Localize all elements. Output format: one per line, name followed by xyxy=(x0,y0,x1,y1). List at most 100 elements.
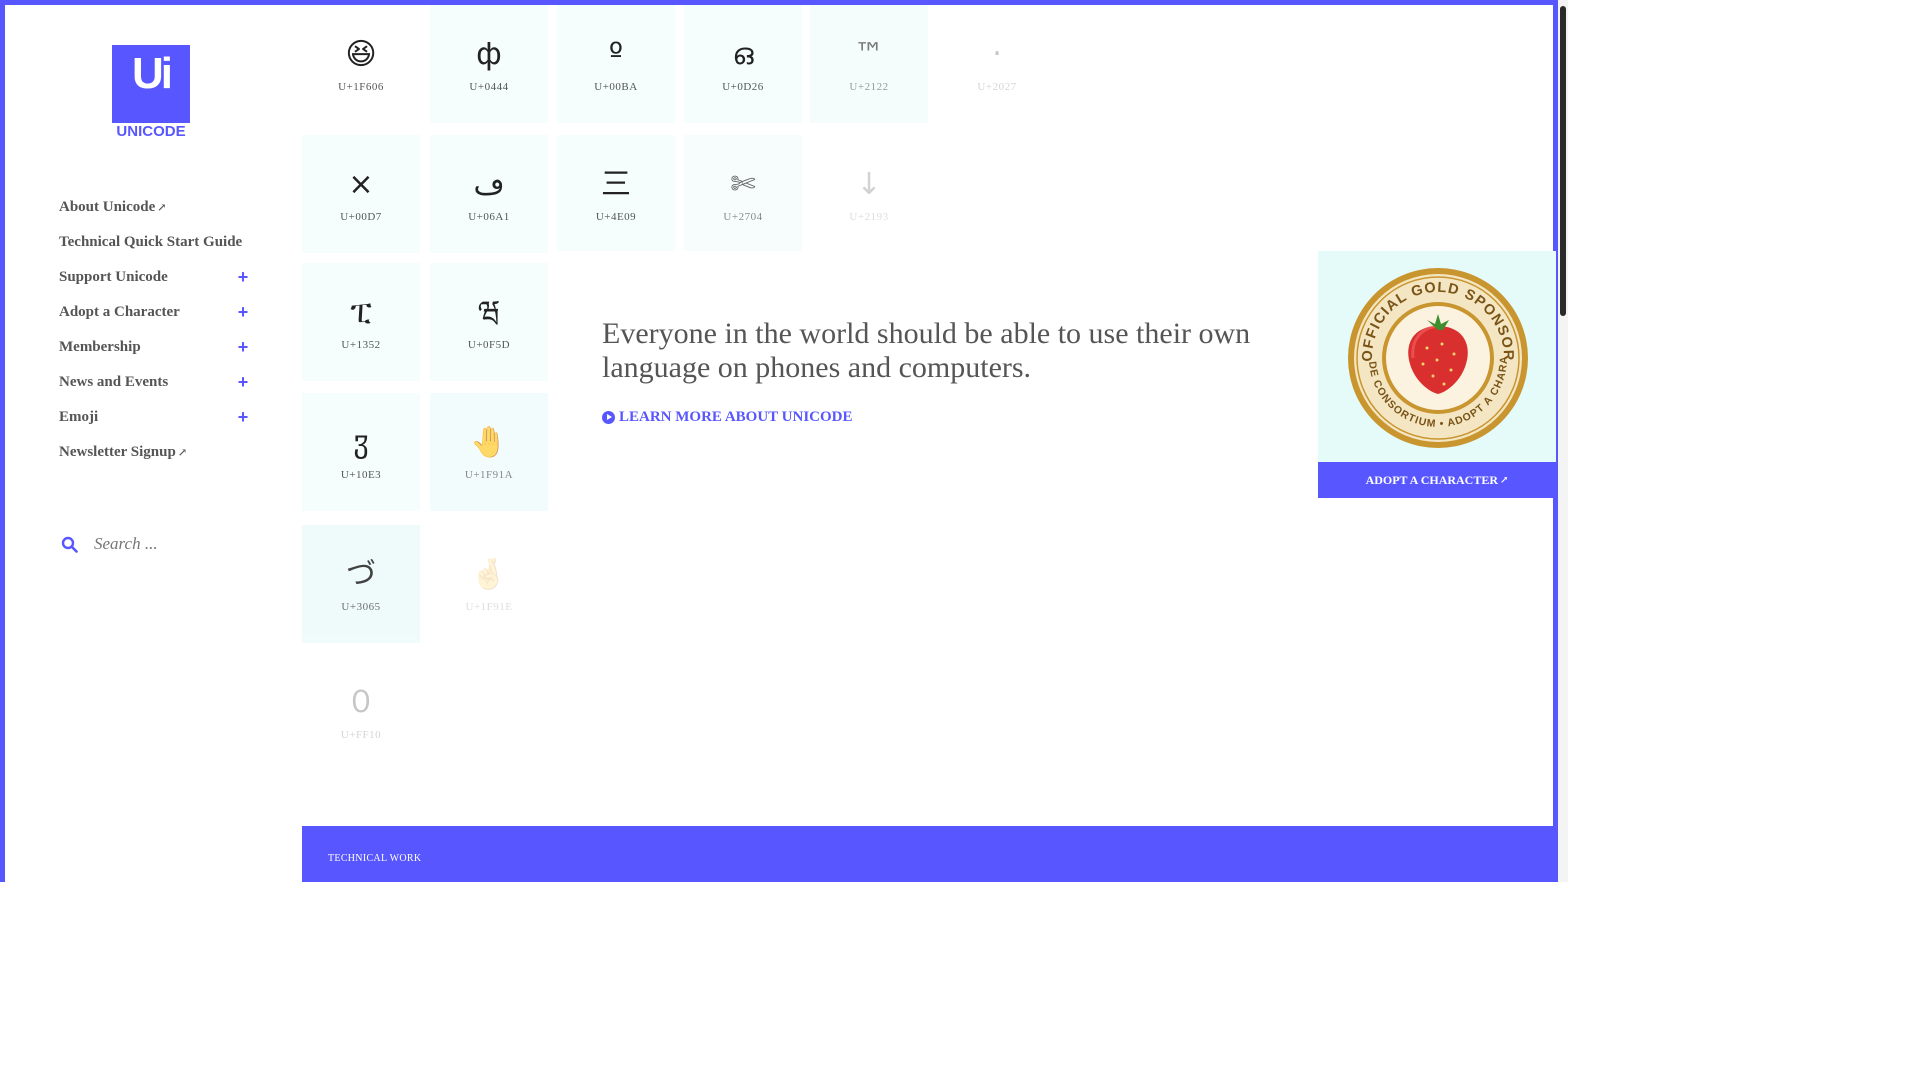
search-icon[interactable] xyxy=(61,536,78,553)
nav-item-label: News and Events xyxy=(59,374,169,390)
character-glyph: ✄ xyxy=(730,167,756,202)
unicode-logo[interactable]: Ui UNICODE xyxy=(112,45,192,140)
sidebar: Ui UNICODE About Unicode ↗ Technical Quick… xyxy=(5,5,302,882)
character-tile[interactable]: づ U+3065 xyxy=(302,525,420,643)
character-tile[interactable]: ڡ U+06A1 xyxy=(430,135,548,253)
play-icon xyxy=(602,411,615,424)
character-tile[interactable]: ✄ U+2704 xyxy=(684,135,802,253)
character-tile[interactable]: ഒ U+0D26 xyxy=(684,5,802,123)
nav-item-label: Technical Quick Start Guide xyxy=(59,234,243,250)
character-codepoint: U+1F606 xyxy=(338,81,384,93)
character-codepoint: U+1F91A xyxy=(464,469,514,481)
logo-wordmark: UNICODE xyxy=(116,123,186,140)
technical-work-label[interactable]: TECHNICAL WORK xyxy=(328,853,421,864)
character-glyph: ፒ xyxy=(350,295,372,330)
nav-item-about-unicode[interactable]: About Unicode ↗ xyxy=(59,190,249,225)
adopt-button-label: ADOPT A CHARACTER xyxy=(1365,472,1499,487)
learn-more-link[interactable]: LEARN MORE ABOUT UNICODE xyxy=(602,409,853,426)
nav-item-technical-quick-start-guide[interactable]: Technical Quick Start Guide xyxy=(59,225,249,260)
character-tile[interactable]: ф U+0444 xyxy=(430,5,548,123)
external-link-icon: ↗ xyxy=(1500,474,1509,486)
character-codepoint: U+1F91E xyxy=(465,601,513,613)
main-nav: About Unicode ↗ Technical Quick Start Guid… xyxy=(59,190,249,470)
character-codepoint: U+4E09 xyxy=(595,211,637,223)
nav-item-label: Membership xyxy=(59,339,141,355)
character-tile[interactable]: ፒ U+1352 xyxy=(302,263,420,381)
logo-mark: Ui xyxy=(112,45,190,123)
gold-sponsor-badge[interactable]: OFFICIAL GOLD SPONSOR UNICODE CONSORTIUM… xyxy=(1347,264,1529,452)
character-codepoint: U+2193 xyxy=(849,211,889,223)
expand-plus-icon[interactable]: + xyxy=(237,267,249,288)
nav-item-label: Adopt a Character xyxy=(59,304,180,320)
character-codepoint: U+FF10 xyxy=(340,729,382,741)
character-glyph: 三 xyxy=(601,167,631,202)
character-glyph: ф xyxy=(476,37,502,72)
character-tile[interactable]: ↓ U+2193 xyxy=(810,135,928,253)
character-tile[interactable]: º U+00BA xyxy=(557,5,675,123)
character-glyph: ‧ xyxy=(992,37,1002,72)
character-tile[interactable]: 😆 U+1F606 xyxy=(302,5,420,123)
nav-item-adopt-a-character[interactable]: Adopt a Character + xyxy=(59,295,249,330)
character-glyph: 🤚 xyxy=(470,425,508,460)
expand-plus-icon[interactable]: + xyxy=(237,407,249,428)
character-codepoint: U+00D7 xyxy=(340,211,382,223)
character-glyph: ™ xyxy=(854,37,884,72)
character-codepoint: U+1352 xyxy=(341,339,381,351)
character-glyph: ཝ xyxy=(477,295,501,330)
character-glyph: ഒ xyxy=(732,37,754,72)
character-glyph: º xyxy=(608,37,624,72)
hero-headline: Everyone in the world should be able to … xyxy=(602,317,1251,384)
character-codepoint: U+3065 xyxy=(341,601,381,613)
scrollbar[interactable] xyxy=(1558,0,1568,882)
nav-item-label: Emoji xyxy=(59,409,99,425)
external-link-icon: ↗ xyxy=(177,447,188,459)
character-glyph: × xyxy=(348,167,374,202)
character-codepoint: U+0D26 xyxy=(722,81,764,93)
search-bar xyxy=(61,533,236,555)
expand-plus-icon[interactable]: + xyxy=(237,372,249,393)
scrollbar-thumb[interactable] xyxy=(1560,6,1566,316)
character-tile[interactable]: ཝ U+0F5D xyxy=(430,263,548,381)
character-glyph: ０ xyxy=(346,685,376,720)
adopt-a-character-button[interactable]: ADOPT A CHARACTER ↗ xyxy=(1318,462,1556,498)
character-codepoint: U+2704 xyxy=(723,211,763,223)
character-codepoint: U+0F5D xyxy=(467,339,511,351)
character-tile[interactable]: × U+00D7 xyxy=(302,135,420,253)
nav-item-label: About Unicode xyxy=(59,199,156,215)
character-codepoint: U+0444 xyxy=(469,81,509,93)
nav-item-membership[interactable]: Membership + xyxy=(59,330,249,365)
character-glyph: ჳ xyxy=(353,425,369,460)
character-codepoint: U+2122 xyxy=(849,81,889,93)
nav-item-emoji[interactable]: Emoji + xyxy=(59,400,249,435)
character-tile[interactable]: ჳ U+10E3 xyxy=(302,393,420,511)
hero-panel: Everyone in the world should be able to … xyxy=(555,251,1317,511)
character-codepoint: U+00BA xyxy=(594,81,638,93)
logo-mark-text: Ui xyxy=(132,49,173,98)
character-tile[interactable]: 🤞 U+1F91E xyxy=(430,525,548,643)
character-glyph: ↓ xyxy=(856,167,882,202)
nav-item-label: Newsletter Signup xyxy=(59,444,176,460)
sponsor-panel: OFFICIAL GOLD SPONSOR UNICODE CONSORTIUM… xyxy=(1318,251,1556,498)
character-codepoint: U+06A1 xyxy=(468,211,510,223)
character-glyph: づ xyxy=(346,557,376,592)
character-codepoint: U+2027 xyxy=(977,81,1017,93)
character-codepoint: U+10E3 xyxy=(340,469,382,481)
character-glyph: ڡ xyxy=(473,167,505,202)
character-tile[interactable]: ™ U+2122 xyxy=(810,5,928,123)
character-glyph: 🤞 xyxy=(470,557,508,592)
expand-plus-icon[interactable]: + xyxy=(237,302,249,323)
character-tile[interactable]: 三 U+4E09 xyxy=(557,135,675,253)
technical-work-section: TECHNICAL WORK xyxy=(302,826,1556,882)
nav-item-news-and-events[interactable]: News and Events + xyxy=(59,365,249,400)
nav-item-label: Support Unicode xyxy=(59,269,168,285)
character-tile[interactable]: ‧ U+2027 xyxy=(938,5,1056,123)
nav-item-newsletter-signup[interactable]: Newsletter Signup ↗ xyxy=(59,435,249,470)
character-glyph: 😆 xyxy=(345,37,377,72)
nav-item-support-unicode[interactable]: Support Unicode + xyxy=(59,260,249,295)
character-tile[interactable]: 🤚 U+1F91A xyxy=(430,393,548,511)
character-tile[interactable]: ０ U+FF10 xyxy=(302,653,420,771)
search-input[interactable] xyxy=(92,533,236,555)
expand-plus-icon[interactable]: + xyxy=(237,337,249,358)
learn-more-label: LEARN MORE ABOUT UNICODE xyxy=(619,409,853,425)
external-link-icon: ↗ xyxy=(157,202,167,214)
